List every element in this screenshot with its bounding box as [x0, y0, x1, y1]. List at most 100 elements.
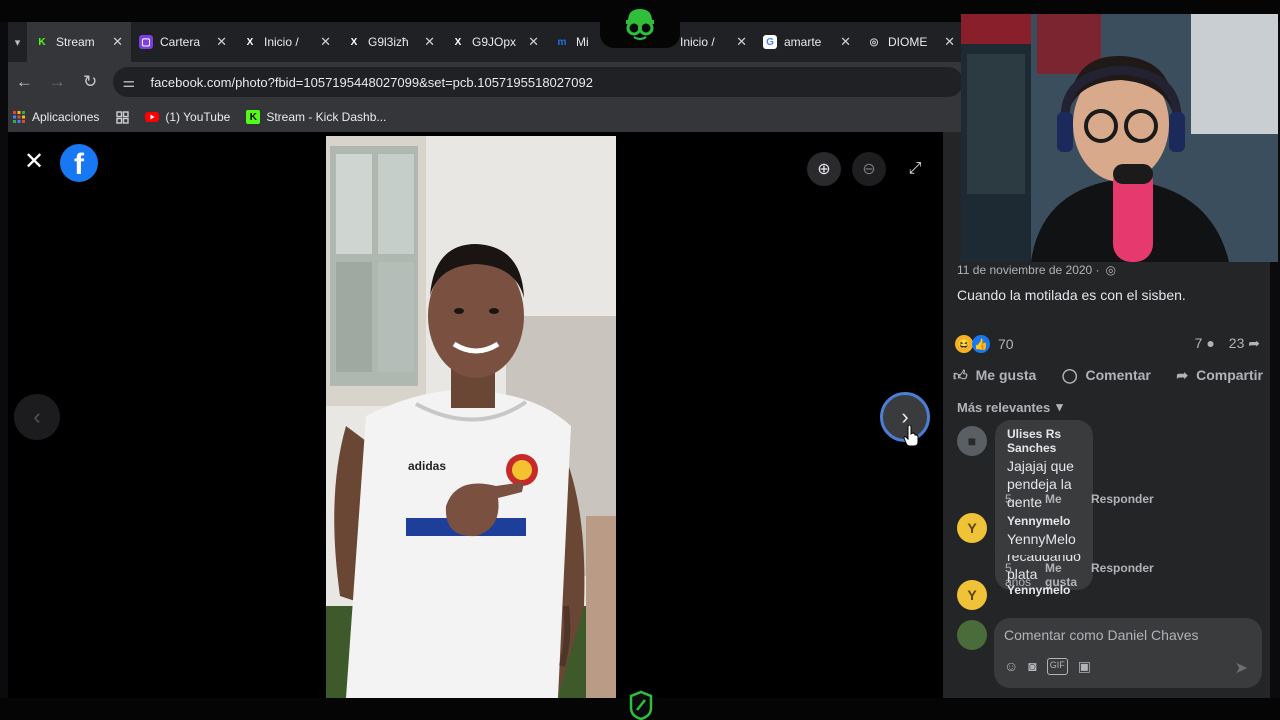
tab-favicon-icon: X: [350, 36, 358, 48]
comment-label: Comentar: [1085, 367, 1151, 383]
bookmark-kick[interactable]: K Stream - Kick Dashb...: [246, 110, 386, 124]
tab-close-icon[interactable]: ✕: [112, 34, 123, 50]
comment-reply-button[interactable]: Responder: [1091, 492, 1154, 520]
post-actions: 👍︎ Me gusta ◯ Comentar ➦ Compartir: [953, 362, 1263, 388]
avatar[interactable]: Y: [957, 513, 987, 543]
browser-tab[interactable]: ▢ Carterа ✕: [131, 22, 235, 62]
tab-favicon-icon: K: [38, 36, 46, 48]
close-viewer-button[interactable]: ✕: [22, 150, 46, 174]
tab-close-icon[interactable]: ✕: [736, 34, 747, 50]
comment-icon: ◯: [1061, 366, 1078, 383]
svg-text:adidas: adidas: [408, 459, 446, 473]
tab-label: Stream: [56, 35, 95, 49]
avatar[interactable]: Y: [957, 580, 987, 610]
browser-tab[interactable]: X Inicio / ✕: [235, 22, 339, 62]
tab-label: G9JOpх: [472, 35, 517, 49]
engagement-counts: 7 ● 23 ➦: [1195, 335, 1260, 352]
send-icon[interactable]: ➤: [1235, 658, 1248, 678]
post-photo[interactable]: adidas: [326, 136, 616, 698]
browser-tab[interactable]: K Stream ✕: [27, 22, 131, 62]
camera-icon[interactable]: ◙: [1028, 658, 1036, 675]
facebook-logo[interactable]: f: [60, 144, 98, 182]
emoji-icon[interactable]: ☺: [1004, 658, 1018, 675]
webcam-image: [961, 14, 1278, 262]
thumbs-up-icon: 👍︎: [953, 366, 968, 383]
site-settings-icon[interactable]: ⚌: [123, 74, 141, 91]
bookmark-youtube[interactable]: (1) YouTube: [145, 110, 230, 124]
tab-label: G9l3izħ: [368, 35, 409, 49]
photo-viewer: ✕ f adidas ⊕ ⊖ ⤢ ‹ ›: [8, 132, 943, 698]
tab-favicon-icon: ◎: [869, 36, 879, 48]
stream-screen: ▾ K Stream ✕ ▢ Carterа ✕ X Inicio / ✕ X G9l3izħ ✕ X G…: [0, 0, 1280, 720]
browser-tab[interactable]: X G9l3izħ ✕: [339, 22, 443, 62]
tab-favicon-icon: X: [246, 36, 254, 48]
tab-search-button[interactable]: ▾: [8, 22, 27, 62]
tab-close-icon[interactable]: ✕: [840, 34, 851, 50]
bookmarks-bar: Aplicaciones (1) YouTube K Stream - Kick…: [8, 102, 963, 132]
streamer-logo: [600, 0, 680, 48]
back-button[interactable]: ←: [8, 62, 41, 102]
chevron-down-icon: ▾: [1056, 399, 1063, 414]
tab-favicon-icon: G: [763, 35, 777, 49]
reload-button[interactable]: ↻: [74, 62, 107, 102]
hand-cursor-icon: [903, 425, 919, 447]
tab-close-icon[interactable]: ✕: [424, 34, 435, 50]
stream-badge: [622, 684, 660, 720]
tab-close-icon[interactable]: ✕: [320, 34, 331, 50]
share-icon: ➦: [1176, 366, 1189, 383]
comment-text: YennyMelo: [1007, 531, 1076, 547]
browser-tab[interactable]: Gamarte ✕: [755, 22, 859, 62]
browser-toolbar: ← → ↻ ⚌ facebook.com/photo?fbid=10571954…: [8, 62, 963, 102]
gif-icon[interactable]: GIF: [1046, 658, 1068, 675]
zoom-out-button[interactable]: ⊖: [852, 152, 886, 186]
comment-placeholder: Comentar como Daniel Chaves: [1004, 627, 1199, 643]
bookmark-apps[interactable]: Aplicaciones: [12, 110, 99, 124]
address-bar[interactable]: ⚌ facebook.com/photo?fbid=10571954480270…: [112, 67, 963, 97]
tab-strip: ▾ K Stream ✕ ▢ Carterа ✕ X Inicio / ✕ X G9l3izħ ✕ X G…: [8, 22, 963, 62]
glasses-mascot-icon: [626, 9, 654, 40]
browser-tab[interactable]: X G9JOpх ✕: [443, 22, 547, 62]
tab-close-icon[interactable]: ✕: [216, 34, 227, 50]
sort-label: Más relevantes: [957, 399, 1051, 415]
commenter-name[interactable]: Yennymelo: [1007, 514, 1076, 528]
zoom-in-button[interactable]: ⊕: [807, 152, 841, 186]
comment-input[interactable]: Comentar como Daniel Chaves ☺ ◙ GIF ▣ ➤: [994, 618, 1262, 688]
forward-button[interactable]: →: [41, 62, 74, 102]
comment-sort-dropdown[interactable]: Más relevantes ▾: [957, 399, 1063, 415]
comment-bubble: Yennymelo: [995, 574, 1082, 604]
tab-label: amarte: [784, 35, 822, 49]
fullscreen-button[interactable]: ⤢: [903, 157, 927, 181]
tab-label: DIOME: [888, 35, 928, 49]
comment-count-group[interactable]: 7 ●: [1195, 335, 1215, 352]
sticker-icon[interactable]: ▣: [1078, 658, 1091, 675]
tab-label: Inicio /: [264, 35, 299, 49]
bookmark-label: Stream - Kick Dashb...: [266, 110, 387, 124]
comment-reply-button[interactable]: Responder: [1091, 561, 1154, 589]
tab-label: Carterа: [160, 35, 201, 49]
share-button[interactable]: ➦ Compartir: [1176, 362, 1263, 388]
share-label: Compartir: [1196, 367, 1263, 383]
reactions-summary[interactable]: 😆 👍 70: [955, 335, 1014, 353]
globe-icon: ◎: [1105, 263, 1117, 277]
avatar[interactable]: [957, 620, 987, 650]
post-date[interactable]: 11 de noviembre de 2020 ·: [957, 263, 1100, 277]
bookmark-label: (1) YouTube: [165, 110, 231, 124]
bookmark-grid[interactable]: [115, 110, 129, 124]
webcam-overlay: [961, 14, 1278, 262]
share-count-group[interactable]: 23 ➦: [1229, 335, 1260, 352]
commenter-name[interactable]: Ulises Rs Sanches: [1007, 427, 1081, 455]
haha-reaction-icon: 😆: [955, 335, 973, 353]
browser-tab[interactable]: ◎ DIOME ✕: [859, 22, 963, 62]
tab-close-icon[interactable]: ✕: [944, 34, 955, 50]
comment-composer: Comentar como Daniel Chaves ☺ ◙ GIF ▣ ➤: [957, 618, 1263, 690]
share-count: 23: [1228, 335, 1245, 351]
comment-button[interactable]: ◯ Comentar: [1062, 362, 1151, 388]
comment-count: 7: [1194, 335, 1203, 351]
like-button[interactable]: 👍︎ Me gusta: [953, 362, 1036, 388]
tab-favicon-icon: ▢: [139, 35, 153, 49]
commenter-name[interactable]: Yennymelo: [1007, 583, 1070, 597]
previous-photo-button[interactable]: ‹: [14, 394, 60, 440]
tab-close-icon[interactable]: ✕: [528, 34, 539, 50]
avatar[interactable]: ■: [957, 426, 987, 456]
tab-favicon-icon: m: [557, 36, 567, 48]
